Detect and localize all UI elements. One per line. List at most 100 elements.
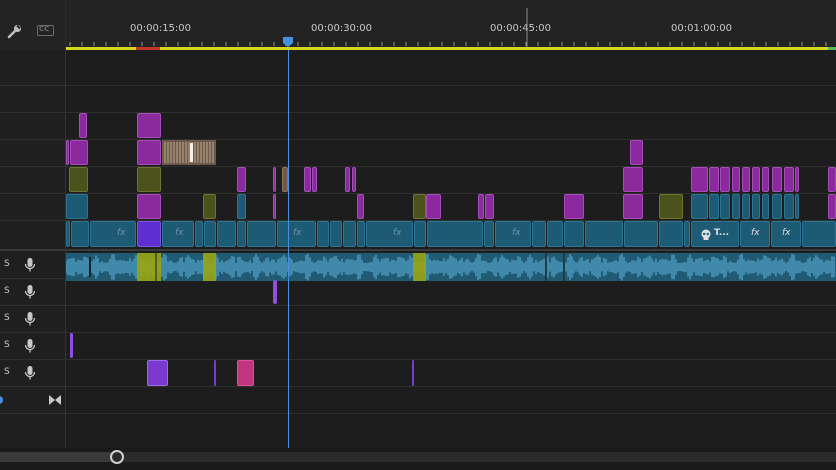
video-clip[interactable]	[742, 167, 750, 192]
video-clip[interactable]	[414, 221, 426, 247]
video-clip[interactable]	[352, 167, 356, 192]
video-clip[interactable]	[623, 194, 643, 219]
video-clip[interactable]	[720, 194, 730, 219]
video-clip[interactable]	[237, 221, 246, 247]
video-clip[interactable]	[66, 140, 69, 165]
wrench-icon[interactable]	[7, 24, 23, 40]
video-clip[interactable]	[564, 221, 584, 247]
time-ruler[interactable]: 00:00:15:00 00:00:30:00 00:00:45:00 00:0…	[66, 0, 836, 50]
video-clip[interactable]	[547, 221, 563, 247]
audio-clip[interactable]	[147, 360, 168, 386]
video-clip[interactable]	[343, 221, 356, 247]
video-clip[interactable]	[273, 194, 276, 219]
video-clip[interactable]	[426, 194, 441, 219]
video-clip[interactable]	[828, 194, 836, 219]
video-clip[interactable]: fx	[740, 221, 770, 247]
playhead-handle[interactable]	[282, 36, 294, 48]
video-clip[interactable]	[273, 167, 276, 192]
video-clip[interactable]	[784, 194, 794, 219]
image-sequence-clip[interactable]	[162, 140, 216, 165]
video-clip[interactable]	[79, 113, 87, 138]
video-clip[interactable]	[204, 221, 216, 247]
video-clip[interactable]	[247, 221, 276, 247]
audio-clip[interactable]	[70, 333, 73, 358]
video-clip[interactable]	[795, 167, 799, 192]
video-clip[interactable]	[742, 194, 750, 219]
video-clip[interactable]	[485, 194, 494, 219]
video-clip[interactable]	[484, 221, 494, 247]
scrollbar-thumb[interactable]	[0, 452, 115, 462]
title-clip[interactable]: T...	[691, 221, 739, 247]
audio-clip[interactable]	[237, 360, 254, 386]
video-clip[interactable]: fx	[366, 221, 413, 247]
horizontal-scrollbar[interactable]	[0, 448, 836, 470]
video-clip[interactable]	[330, 221, 342, 247]
video-clip[interactable]	[195, 221, 203, 247]
video-clip[interactable]	[630, 140, 643, 165]
video-clip[interactable]	[684, 221, 690, 247]
video-clip[interactable]	[304, 167, 311, 192]
solo-button[interactable]: S	[4, 259, 10, 269]
video-clip[interactable]	[357, 194, 364, 219]
video-clip[interactable]: fx	[277, 221, 316, 247]
video-clip[interactable]	[784, 167, 794, 192]
video-clip[interactable]	[659, 221, 683, 247]
video-clip[interactable]	[317, 221, 329, 247]
video-clip[interactable]	[137, 194, 161, 219]
video-clip[interactable]	[720, 167, 730, 192]
video-clip[interactable]	[478, 194, 484, 219]
audio-clip[interactable]	[412, 360, 414, 386]
video-clip[interactable]	[802, 221, 836, 247]
solo-button[interactable]: S	[4, 286, 10, 296]
audio-waveform-a1[interactable]	[66, 253, 836, 281]
video-clip[interactable]: fx	[162, 221, 194, 247]
video-clip[interactable]: fx	[495, 221, 531, 247]
audio-clip[interactable]	[214, 360, 216, 386]
video-clip[interactable]	[532, 221, 546, 247]
audio-clip[interactable]	[273, 280, 277, 304]
video-clip[interactable]	[427, 221, 483, 247]
video-clip[interactable]	[762, 194, 769, 219]
video-clip[interactable]	[413, 194, 426, 219]
video-clip[interactable]	[691, 167, 708, 192]
video-clip[interactable]	[203, 194, 216, 219]
video-clip[interactable]: fx	[771, 221, 801, 247]
video-clip[interactable]	[623, 167, 643, 192]
video-clip[interactable]	[585, 221, 623, 247]
video-clip[interactable]	[772, 194, 782, 219]
microphone-icon[interactable]	[24, 284, 36, 300]
video-clip[interactable]	[137, 167, 161, 192]
captions-button[interactable]: CC	[37, 25, 54, 36]
video-clip[interactable]	[709, 167, 719, 192]
solo-button[interactable]: S	[4, 313, 10, 323]
video-clip[interactable]	[709, 194, 719, 219]
video-clip[interactable]	[828, 167, 836, 192]
video-clip[interactable]	[137, 113, 161, 138]
video-clip[interactable]	[237, 167, 246, 192]
video-clip[interactable]	[732, 194, 740, 219]
solo-button[interactable]: S	[4, 340, 10, 350]
go-to-in-out-icon[interactable]	[49, 395, 61, 405]
video-clip[interactable]	[659, 194, 683, 219]
video-clip[interactable]	[357, 221, 365, 247]
video-clip[interactable]	[312, 167, 317, 192]
microphone-icon[interactable]	[24, 257, 36, 273]
video-clip[interactable]	[137, 140, 161, 165]
video-clip[interactable]	[70, 140, 88, 165]
video-clip[interactable]	[624, 221, 658, 247]
video-clip[interactable]	[762, 167, 769, 192]
track-area[interactable]: fx fx fx fx fx T... fx fx	[66, 50, 836, 448]
video-clip[interactable]	[345, 167, 350, 192]
video-clip[interactable]	[66, 194, 88, 219]
video-clip[interactable]	[772, 167, 782, 192]
video-clip[interactable]	[795, 194, 799, 219]
video-clip[interactable]	[752, 194, 760, 219]
video-clip[interactable]	[69, 167, 88, 192]
video-clip[interactable]	[691, 194, 708, 219]
video-clip[interactable]	[71, 221, 89, 247]
video-clip[interactable]	[564, 194, 584, 219]
video-clip[interactable]	[752, 167, 760, 192]
scrollbar-zoom-handle[interactable]	[110, 450, 124, 464]
video-clip[interactable]	[217, 221, 236, 247]
microphone-icon[interactable]	[24, 311, 36, 327]
